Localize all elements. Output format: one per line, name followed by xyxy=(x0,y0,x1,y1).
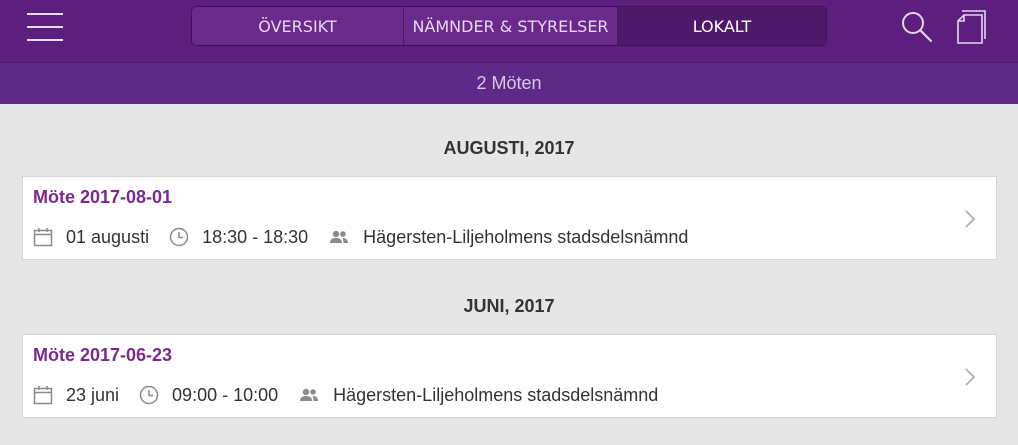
menu-line xyxy=(27,26,63,28)
tab-lokalt[interactable]: LOKALT xyxy=(618,7,826,45)
copy-icon[interactable] xyxy=(954,10,986,44)
section-tabs: ÖVERSIKT NÄMNDER & STYRELSER LOKALT xyxy=(191,6,827,46)
meeting-title: Möte 2017-08-01 xyxy=(33,187,173,207)
meeting-time: 09:00 - 10:00 xyxy=(172,384,279,405)
meeting-card[interactable]: Möte 2017-06-23 23 juni 09:00 - 10:00 Hä… xyxy=(22,334,997,418)
meeting-date: 23 juni xyxy=(66,384,120,405)
chevron-right-icon xyxy=(965,368,976,386)
chevron-right-icon xyxy=(965,210,976,228)
meeting-title: Möte 2017-06-23 xyxy=(33,345,173,365)
meeting-count-bar: 2 Möten xyxy=(0,62,1018,104)
meeting-meta: 23 juni 09:00 - 10:00 Hägersten-Liljehol… xyxy=(33,384,658,406)
meeting-committee: Hägersten-Liljeholmens stadsdelsnämnd xyxy=(333,384,659,405)
meeting-meta: 01 augusti 18:30 - 18:30 Hägersten-Lilje… xyxy=(33,226,688,248)
top-bar: ÖVERSIKT NÄMNDER & STYRELSER LOKALT xyxy=(0,0,1018,62)
clock-icon xyxy=(139,385,159,405)
section-heading-august: AUGUSTI, 2017 xyxy=(443,138,575,158)
people-icon xyxy=(300,388,319,401)
search-icon[interactable] xyxy=(900,10,934,44)
menu-line xyxy=(27,39,63,41)
tab-oversikt[interactable]: ÖVERSIKT xyxy=(192,7,404,45)
calendar-icon xyxy=(33,386,53,405)
hamburger-menu-icon[interactable] xyxy=(27,13,63,41)
calendar-icon xyxy=(33,228,53,247)
clock-icon xyxy=(169,227,189,247)
meeting-date: 01 augusti xyxy=(66,226,150,247)
meeting-time: 18:30 - 18:30 xyxy=(202,226,309,247)
meeting-committee: Hägersten-Liljeholmens stadsdelsnämnd xyxy=(363,226,689,247)
meeting-count: 2 Möten xyxy=(476,73,542,93)
people-icon xyxy=(330,230,349,243)
menu-line xyxy=(27,13,63,15)
tab-namnder-styrelser[interactable]: NÄMNDER & STYRELSER xyxy=(404,7,618,45)
section-heading-june: JUNI, 2017 xyxy=(463,296,555,316)
meeting-card[interactable]: Möte 2017-08-01 01 augusti 18:30 - 18:30… xyxy=(22,176,997,260)
